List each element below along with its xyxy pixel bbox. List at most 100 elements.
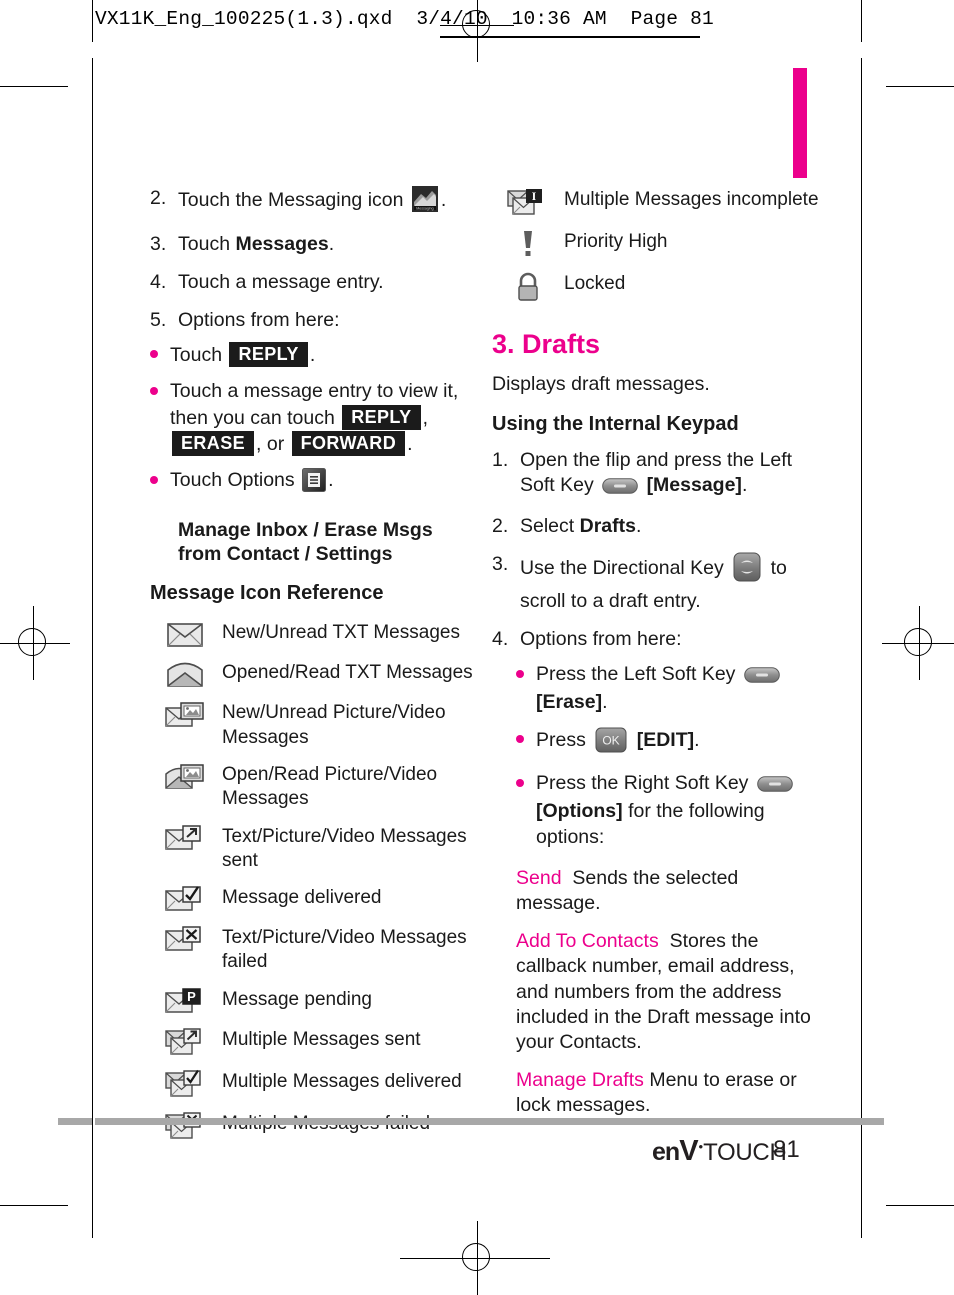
crop-line-top-left	[0, 86, 68, 87]
options-list-icon[interactable]	[302, 468, 327, 499]
icon-label: Multiple Messages incomplete	[564, 189, 819, 210]
icon-label: Open/Read Picture/Video Messages	[222, 763, 438, 810]
soft-key-icon[interactable]	[757, 774, 793, 799]
multi-envelope-arrow-icon	[150, 1026, 222, 1057]
step-text: Select Drafts.	[520, 514, 822, 539]
message-icon-reference-heading: Message Icon Reference	[150, 582, 384, 605]
step-text: Options from here:	[520, 628, 682, 651]
right-column: I Multiple Messages incomplete Priority …	[492, 186, 822, 1134]
bullet-dot-icon	[150, 379, 170, 457]
bullet-text: Touch REPLY.	[170, 341, 480, 368]
list-item: Locked	[492, 270, 822, 303]
reply-key-label[interactable]: REPLY	[342, 404, 421, 430]
print-header-rule	[440, 36, 700, 38]
list-item: Multiple Messages failed	[150, 1110, 480, 1141]
list-item: Text/Picture/Video Messages failed	[150, 924, 480, 975]
bullet-text-pre: Touch	[170, 343, 223, 366]
erase-key-label[interactable]: ERASE	[172, 430, 255, 456]
step-text-post: .	[440, 189, 447, 211]
step-number: 4.	[150, 270, 167, 293]
section-description: Displays draft messages.	[492, 373, 710, 395]
list-item: Multiple Messages delivered	[150, 1068, 480, 1099]
bullet-text: Press the Left Soft Key [Erase].	[536, 662, 822, 716]
step-text-post: .	[328, 232, 335, 255]
step-text-strong: [Message]	[646, 474, 742, 497]
soft-key-icon[interactable]	[602, 476, 638, 501]
soft-key-icon[interactable]	[744, 665, 780, 690]
bullet-text-strong: [EDIT]	[636, 728, 695, 751]
option-manage-drafts: Manage Drafts Menu to erase or lock mess…	[516, 1068, 822, 1119]
forward-key-label[interactable]: FORWARD	[291, 430, 406, 456]
option-add-to-contacts: Add To Contacts Stores the callback numb…	[516, 929, 822, 1056]
step-text-strong: Drafts	[579, 515, 636, 538]
list-item: 2. Select Drafts.	[492, 514, 822, 539]
bullet-text-pre: Press	[536, 728, 586, 751]
ok-key-icon[interactable]: OK	[595, 727, 627, 760]
bullet-text-pre: Touch Options	[170, 469, 295, 492]
step-text: Use the Directional Key to scroll to a d…	[520, 552, 822, 614]
step-text: Touch the Messaging icon Messaging .	[178, 186, 480, 219]
svg-text:I: I	[532, 189, 537, 203]
step-number: 1.	[492, 449, 509, 472]
directional-key-icon[interactable]	[733, 552, 761, 589]
list-item: I Multiple Messages incomplete	[492, 186, 822, 217]
manage-inbox-subheading: Manage Inbox / Erase Msgs from Contact /…	[178, 518, 433, 565]
envelope-closed-icon	[150, 619, 222, 648]
bullet-sep-1: ,	[422, 406, 428, 429]
icon-label: Multiple Messages sent	[222, 1028, 421, 1050]
crop-line-bottom-right	[886, 1205, 954, 1206]
right-bullet-list: Press the Left Soft Key [Erase]. Press O…	[492, 662, 822, 850]
bullet-text-strong: [Options]	[536, 800, 623, 823]
list-item: New/Unread Picture/Video Messages	[150, 699, 480, 750]
icon-label: Message pending	[222, 988, 372, 1010]
logo-en: en	[652, 1138, 680, 1166]
envelope-picture-new-icon	[150, 699, 222, 730]
using-internal-keypad-heading: Using the Internal Keypad	[492, 413, 739, 436]
svg-text:OK: OK	[603, 733, 620, 747]
list-item: Multiple Messages sent	[150, 1026, 480, 1057]
step-text-pre: Touch	[178, 232, 231, 255]
multi-envelope-x-icon	[150, 1110, 222, 1141]
list-item: 1. Open the flip and press the Left Soft…	[492, 448, 822, 501]
list-item: 3. Touch Messages.	[150, 232, 480, 257]
crop-line-bottom-left	[0, 1205, 68, 1206]
step-text-pre: Touch the Messaging icon	[178, 189, 404, 211]
left-column: 2. Touch the Messaging icon Messaging . …	[150, 186, 480, 1152]
list-item: 2. Touch the Messaging icon Messaging .	[150, 186, 480, 219]
list-item: Opened/Read TXT Messages	[150, 659, 480, 688]
bullet-text-strong: [Erase]	[536, 691, 603, 714]
list-item: 4. Options from here:	[492, 627, 822, 652]
list-item: Touch Options .	[150, 468, 480, 499]
bullet-text-post: .	[309, 343, 316, 366]
bullet-text: Press the Right Soft Key [Options] for t…	[536, 771, 822, 850]
list-item: New/Unread TXT Messages	[150, 619, 480, 648]
icon-label: Message delivered	[222, 887, 382, 909]
envelope-check-icon	[150, 884, 222, 913]
crop-line-right	[861, 0, 862, 42]
bullet-dot-icon	[516, 662, 536, 716]
step-number: 2.	[150, 187, 167, 209]
crop-line-left-top	[92, 0, 93, 42]
env-touch-logo: enV•TOUCH	[652, 1135, 787, 1168]
list-item: Touch a message entry to view it, then y…	[150, 379, 480, 457]
list-item: Press the Left Soft Key [Erase].	[516, 662, 822, 716]
bullet-text: Touch a message entry to view it, then y…	[170, 379, 480, 457]
reply-key-label[interactable]: REPLY	[229, 341, 308, 367]
registration-mark-left	[0, 606, 70, 680]
chapter-tab-marker	[793, 68, 807, 178]
footer-rule-main	[95, 1118, 884, 1125]
logo-v: V	[679, 1135, 699, 1167]
footer-rule-left	[58, 1118, 92, 1125]
list-item: Touch REPLY.	[150, 341, 480, 368]
icon-label: Text/Picture/Video Messages failed	[222, 927, 467, 973]
bullet-text: Press OK [EDIT].	[536, 727, 822, 760]
message-icon-reference-list: New/Unread TXT Messages Opened/Read TXT …	[150, 619, 480, 1141]
svg-text:P: P	[187, 989, 196, 1004]
step-text-pre: Select	[520, 515, 575, 538]
print-header-text: VX11K_Eng_100225(1.3).qxd 3/4/10 10:36 A…	[95, 8, 714, 30]
messaging-app-icon: Messaging	[411, 186, 438, 219]
bullet-text-post: .	[407, 432, 413, 455]
step-number: 4.	[492, 628, 509, 651]
list-item: Press the Right Soft Key [Options] for t…	[516, 771, 822, 850]
envelope-open-icon	[150, 659, 222, 688]
